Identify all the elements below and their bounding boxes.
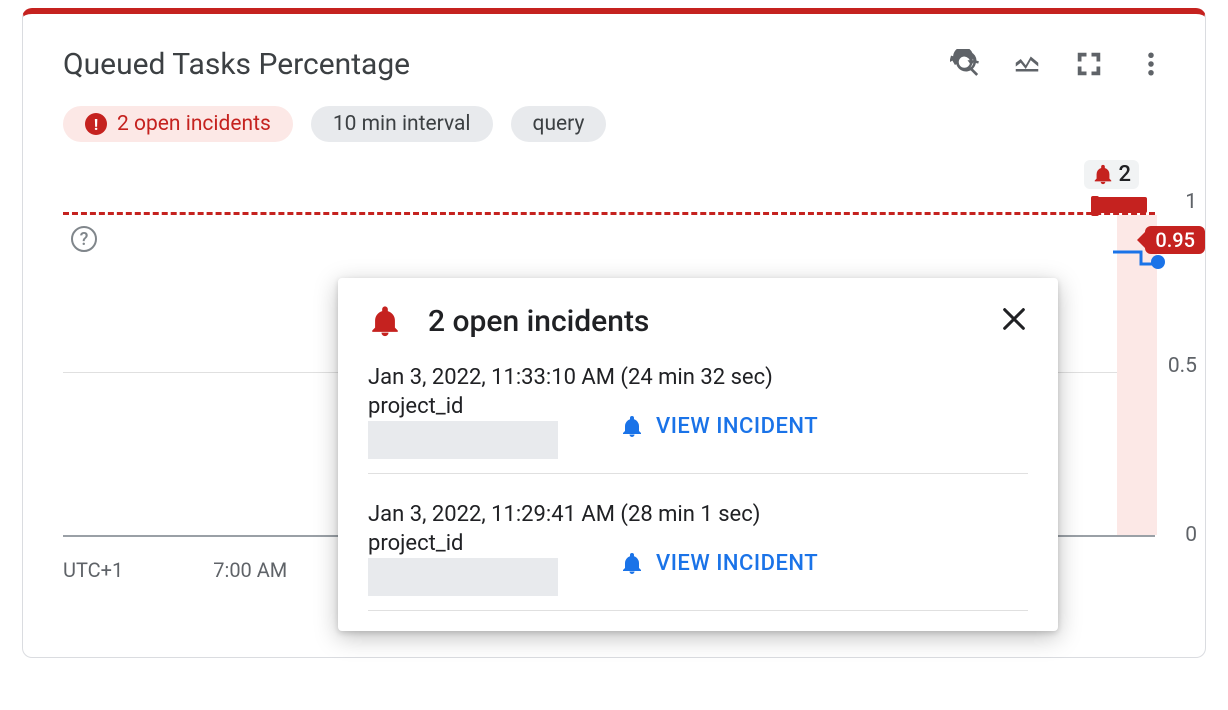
incident-item: Jan 3, 2022, 11:33:10 AM (24 min 32 sec)… [368, 359, 1028, 474]
help-icon[interactable]: ? [71, 226, 97, 252]
incident-time: Jan 3, 2022, 11:33:10 AM (24 min 32 sec) [368, 365, 1028, 390]
incident-bar [1097, 197, 1147, 213]
reset-zoom-button[interactable] [941, 40, 989, 88]
fullscreen-button[interactable] [1065, 40, 1113, 88]
x-axis-ticks: UTC+1 7:00 AM [63, 558, 287, 582]
bell-icon [1092, 164, 1114, 186]
popup-header: 2 open incidents [368, 304, 1028, 339]
alert-count: 2 [1118, 162, 1131, 187]
y-tick: 0.5 [1168, 354, 1197, 378]
view-incident-link[interactable]: VIEW INCIDENT [620, 551, 818, 576]
open-incidents-label: 2 open incidents [117, 112, 271, 136]
bell-icon [620, 415, 644, 439]
close-icon [1000, 305, 1028, 333]
x-tick: 7:00 AM [213, 558, 287, 582]
data-point[interactable] [1151, 255, 1165, 269]
incident-time: Jan 3, 2022, 11:29:41 AM (28 min 1 sec) [368, 502, 1028, 527]
value-badge: 0.95 [1145, 226, 1205, 254]
project-id-value [368, 558, 558, 596]
project-id-label: project_id [368, 394, 578, 419]
y-tick: 0 [1185, 523, 1197, 547]
bell-icon [368, 305, 402, 339]
project-id-label: project_id [368, 531, 578, 556]
legend-toggle-button[interactable] [1003, 40, 1051, 88]
close-button[interactable] [1000, 305, 1028, 339]
threshold-line [63, 212, 1155, 215]
interval-pill[interactable]: 10 min interval [311, 106, 493, 142]
view-incident-link[interactable]: VIEW INCIDENT [620, 414, 818, 439]
popup-title: 2 open incidents [428, 304, 974, 339]
filter-pills: ! 2 open incidents 10 min interval query [23, 98, 1205, 152]
query-pill[interactable]: query [511, 106, 607, 142]
card-title: Queued Tasks Percentage [63, 47, 927, 82]
more-menu-button[interactable] [1127, 40, 1175, 88]
error-icon: ! [85, 113, 107, 135]
incident-item: Jan 3, 2022, 11:29:41 AM (28 min 1 sec) … [368, 496, 1028, 611]
open-incidents-pill[interactable]: ! 2 open incidents [63, 106, 293, 142]
alert-count-badge[interactable]: 2 [1084, 160, 1139, 189]
incidents-popup: 2 open incidents Jan 3, 2022, 11:33:10 A… [338, 278, 1058, 631]
x-tick: UTC+1 [63, 558, 123, 582]
y-tick: 1 [1185, 190, 1197, 214]
project-id-value [368, 421, 558, 459]
bell-icon [620, 552, 644, 576]
card-header: Queued Tasks Percentage [23, 14, 1205, 98]
